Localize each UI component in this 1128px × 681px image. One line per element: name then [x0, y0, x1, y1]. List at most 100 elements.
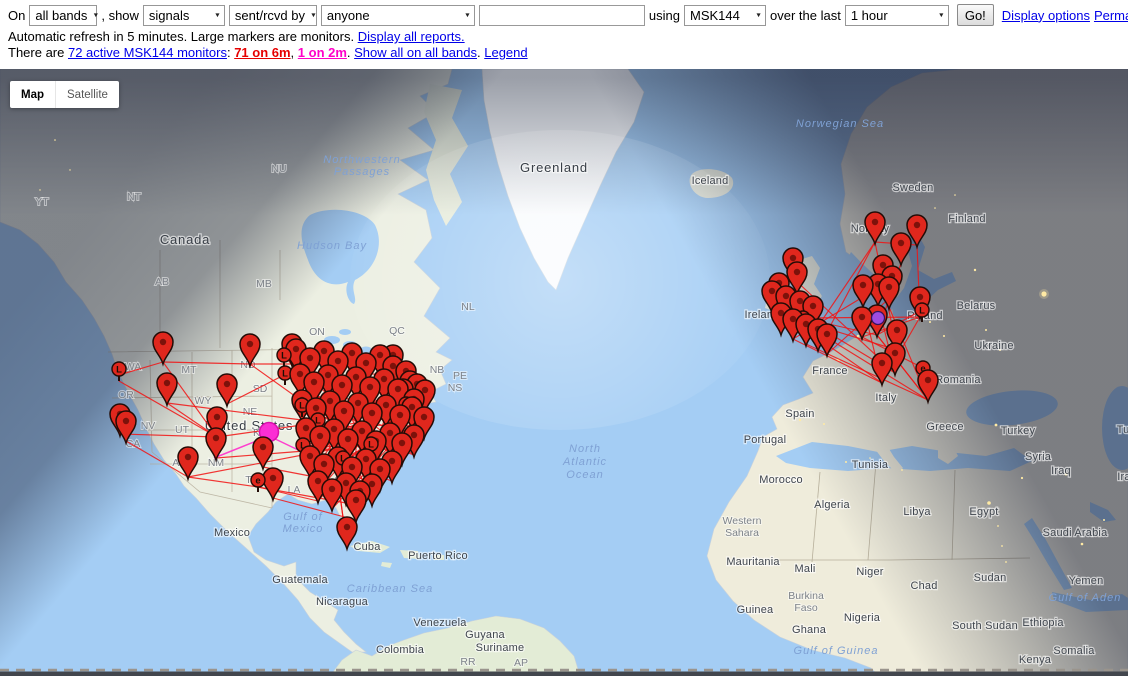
- svg-text:L: L: [282, 369, 288, 380]
- map-label: NS: [448, 382, 463, 394]
- map-label: Libya: [903, 506, 931, 518]
- sent-rcvd-select[interactable]: sent/rcvd by ▼: [229, 5, 317, 26]
- status-line-1: Automatic refresh in 5 minutes. Large ma…: [8, 29, 465, 44]
- map-label: Mexico: [283, 523, 324, 535]
- go-button[interactable]: Go!: [957, 4, 994, 26]
- map-label: NV: [141, 420, 156, 432]
- map-label: Spain: [785, 408, 814, 420]
- map-canvas[interactable]: Map Satellite: [0, 69, 1128, 676]
- map-label: Kenya: [1019, 654, 1052, 666]
- report-marker-purple[interactable]: [872, 312, 885, 325]
- map-label: NB: [430, 364, 445, 376]
- map-label: France: [812, 365, 847, 377]
- there-are-text: There are: [8, 45, 68, 60]
- map-type-control: Map Satellite: [10, 81, 119, 108]
- map-label: Ethiopia: [1022, 617, 1064, 629]
- map-label: NL: [461, 301, 475, 313]
- map-label: Morocco: [759, 474, 803, 486]
- map-label: Hudson Bay: [297, 240, 367, 252]
- over-the-last-label: over the last: [770, 8, 841, 23]
- status-line-2: There are 72 active MSK144 monitors: 71 …: [8, 45, 528, 60]
- map-label: QC: [389, 325, 405, 337]
- map-label: Romania: [935, 374, 981, 386]
- map-label: Turkey: [1001, 425, 1036, 437]
- map-label: Saudi Arabia: [1043, 527, 1108, 539]
- map-label: Gulf of: [283, 511, 322, 523]
- map-view-button[interactable]: Map: [10, 81, 55, 108]
- map-label: Greenland: [520, 160, 588, 175]
- callsign-input[interactable]: [479, 5, 645, 26]
- map-label: AP: [514, 657, 528, 669]
- map-label: North: [569, 443, 601, 455]
- header: On all bands ▼ , show signals ▼ sent/rcv…: [0, 0, 1128, 69]
- refresh-text: Automatic refresh in 5 minutes. Large ma…: [8, 29, 358, 44]
- map-label: Tunisia: [852, 459, 889, 471]
- map-label: NU: [271, 163, 286, 175]
- map-label: MT: [181, 364, 197, 376]
- map-label: Tu: [1117, 424, 1128, 436]
- map-label: Belarus: [957, 300, 996, 312]
- active-monitors-link[interactable]: 72 active MSK144 monitors: [68, 45, 227, 60]
- map-label: Northwestern: [323, 154, 400, 166]
- map-label: Passages: [334, 166, 390, 178]
- chevron-down-icon: ▼: [310, 12, 317, 18]
- map-label: Guyana: [465, 629, 505, 641]
- map-label: Sweden: [893, 182, 934, 194]
- map-label: Algeria: [814, 499, 850, 511]
- map-label: Guinea: [737, 604, 774, 616]
- chevron-down-icon: ▼: [92, 12, 99, 18]
- map-label: Yemen: [1069, 575, 1104, 587]
- map-label: Western: [723, 515, 762, 527]
- mode-select[interactable]: MSK144 ▼: [684, 5, 766, 26]
- map-label: Mali: [795, 563, 816, 575]
- map-label: Greece: [926, 421, 963, 433]
- map-label: Somalia: [1053, 645, 1095, 657]
- permalink-link[interactable]: Permalink: [1094, 8, 1128, 23]
- map-label: Iraq: [1051, 465, 1071, 477]
- map-label: YT: [35, 196, 49, 208]
- map-label: Suriname: [476, 642, 525, 654]
- svg-text:L: L: [919, 306, 925, 317]
- on-label: On: [8, 8, 25, 23]
- map-label: Colombia: [376, 644, 425, 656]
- svg-text:L: L: [299, 401, 305, 412]
- period-select[interactable]: 1 hour ▼: [845, 5, 949, 26]
- using-label: using: [649, 8, 680, 23]
- monitors-6m-link[interactable]: 71 on 6m: [234, 45, 290, 60]
- world-map[interactable]: Norwegian Sea NorthwesternPassages Hudson …: [0, 69, 1128, 676]
- map-label: Gulf of Aden: [1049, 592, 1122, 604]
- map-label: Faso: [794, 602, 818, 614]
- map-label: Portugal: [744, 434, 787, 446]
- map-label: Canada: [160, 232, 210, 247]
- legend-link[interactable]: Legend: [484, 45, 527, 60]
- map-label: Iceland: [692, 175, 729, 187]
- map-label: RR: [460, 656, 476, 668]
- map-label: ON: [309, 326, 325, 338]
- map-label: WY: [195, 395, 212, 407]
- map-label: Ocean: [566, 469, 603, 481]
- map-label: Nicaragua: [316, 596, 369, 608]
- display-options-link[interactable]: Display options: [1002, 8, 1090, 23]
- monitors-2m-link[interactable]: 1 on 2m: [298, 45, 347, 60]
- satellite-view-button[interactable]: Satellite: [55, 81, 119, 108]
- map-label: Norwegian Sea: [796, 118, 884, 130]
- display-what-select[interactable]: signals ▼: [143, 5, 225, 26]
- show-label: , show: [101, 8, 139, 23]
- map-label: Egypt: [969, 506, 998, 518]
- svg-text:L: L: [281, 351, 287, 362]
- anyone-select[interactable]: anyone ▼: [321, 5, 475, 26]
- map-label: Guatemala: [272, 574, 328, 586]
- map-label: NT: [127, 191, 142, 203]
- display-all-reports-link[interactable]: Display all reports.: [358, 29, 465, 44]
- map-label: Chad: [910, 580, 937, 592]
- map-label: Gulf of Guinea: [794, 645, 879, 657]
- band-select[interactable]: all bands ▼: [29, 5, 97, 26]
- map-label: PE: [453, 370, 467, 382]
- map-label: Puerto Rico: [408, 550, 468, 562]
- show-all-bands-link[interactable]: Show all on all bands: [354, 45, 477, 60]
- map-label: Burkina: [788, 590, 824, 602]
- map-label: Ghana: [792, 624, 827, 636]
- map-label: Cuba: [353, 541, 381, 553]
- map-label: Ira: [1117, 471, 1128, 483]
- map-label: AB: [155, 276, 169, 288]
